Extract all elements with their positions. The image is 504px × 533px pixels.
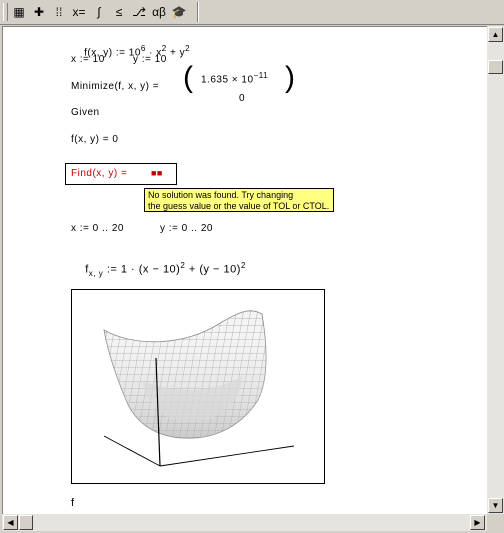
toolbar-separator	[197, 2, 199, 22]
def-exponent-3: 2	[185, 44, 191, 53]
scroll-down-icon[interactable]: ▼	[488, 498, 503, 513]
calculator-icon[interactable]: ▦	[10, 3, 28, 21]
error-tooltip: No solution was found. Try changing the …	[144, 188, 334, 212]
math-toolbar: ▦ ✚ ⁞⁞ x= ∫ ≤ ⎇ αβ 🎓	[0, 0, 504, 25]
calculus-icon[interactable]: ∫	[90, 3, 108, 21]
surface-plot[interactable]	[71, 289, 325, 484]
minimize-expression[interactable]: Minimize(f, x, y) =	[71, 81, 159, 92]
given-keyword[interactable]: Given	[71, 107, 100, 118]
find-error-result[interactable]: ■■	[151, 168, 163, 178]
graph-icon[interactable]: ✚	[30, 3, 48, 21]
def-exponent-2: 2	[161, 44, 167, 53]
range-x[interactable]: x := 0 .. 20	[71, 223, 124, 234]
matrix-subscript: x, y	[88, 268, 104, 278]
scroll-up-icon[interactable]: ▲	[488, 27, 503, 42]
minimize-value-1: 1.635 × 10−11	[201, 71, 269, 86]
scroll-left-icon[interactable]: ◀	[3, 515, 18, 530]
find-expression[interactable]: Find(x, y) =	[71, 168, 127, 179]
scrollbar-corner	[487, 514, 504, 531]
constraint-equation[interactable]: f(x, y) = 0	[71, 134, 118, 145]
matrix-icon[interactable]: ⁞⁞	[50, 3, 68, 21]
matrix-left-bracket: (	[183, 61, 194, 94]
y-assignment[interactable]: y := 10	[133, 54, 167, 65]
matrix-definition[interactable]: fx, y := 1 · (x − 10)2 + (y − 10)2	[71, 249, 246, 290]
matrix-rhs-2: + (y − 10)	[188, 263, 241, 276]
surface-plot-graphic	[103, 310, 295, 467]
range-y[interactable]: y := 0 .. 20	[160, 223, 213, 234]
worksheet[interactable]: f(x, y) := 106 · x2 + y2 x := 10 y := 10…	[2, 26, 487, 515]
programming-icon[interactable]: ⎇	[130, 3, 148, 21]
scroll-right-icon[interactable]: ▶	[470, 515, 485, 530]
matrix-right-bracket: )	[285, 61, 296, 94]
horizontal-scroll-thumb[interactable]	[19, 515, 33, 530]
toolbar-grip[interactable]	[3, 3, 8, 21]
x-assignment[interactable]: x := 10	[71, 54, 105, 65]
vertical-scrollbar[interactable]: ▲ ▼	[487, 26, 504, 514]
greek-icon[interactable]: αβ	[150, 3, 168, 21]
tooltip-line-1: No solution was found. Try changing	[148, 190, 294, 200]
matrix-exponent: 2	[180, 261, 186, 270]
horizontal-scrollbar[interactable]: ◀ ▶	[2, 514, 487, 531]
vertical-scroll-thumb[interactable]	[488, 60, 503, 74]
plot-function-label[interactable]: f	[71, 497, 75, 509]
matrix-rhs: := 1 · (x − 10)	[106, 263, 181, 276]
minimize-value-2: 0	[239, 93, 246, 104]
tooltip-line-2: the guess value or the value of TOL or C…	[148, 201, 330, 211]
symbolic-icon[interactable]: 🎓	[170, 3, 188, 21]
evaluation-icon[interactable]: x=	[70, 3, 88, 21]
def-exponent: 6	[140, 44, 146, 53]
boolean-icon[interactable]: ≤	[110, 3, 128, 21]
matrix-exponent-2: 2	[240, 261, 246, 270]
def-text-c: + y	[170, 47, 186, 59]
